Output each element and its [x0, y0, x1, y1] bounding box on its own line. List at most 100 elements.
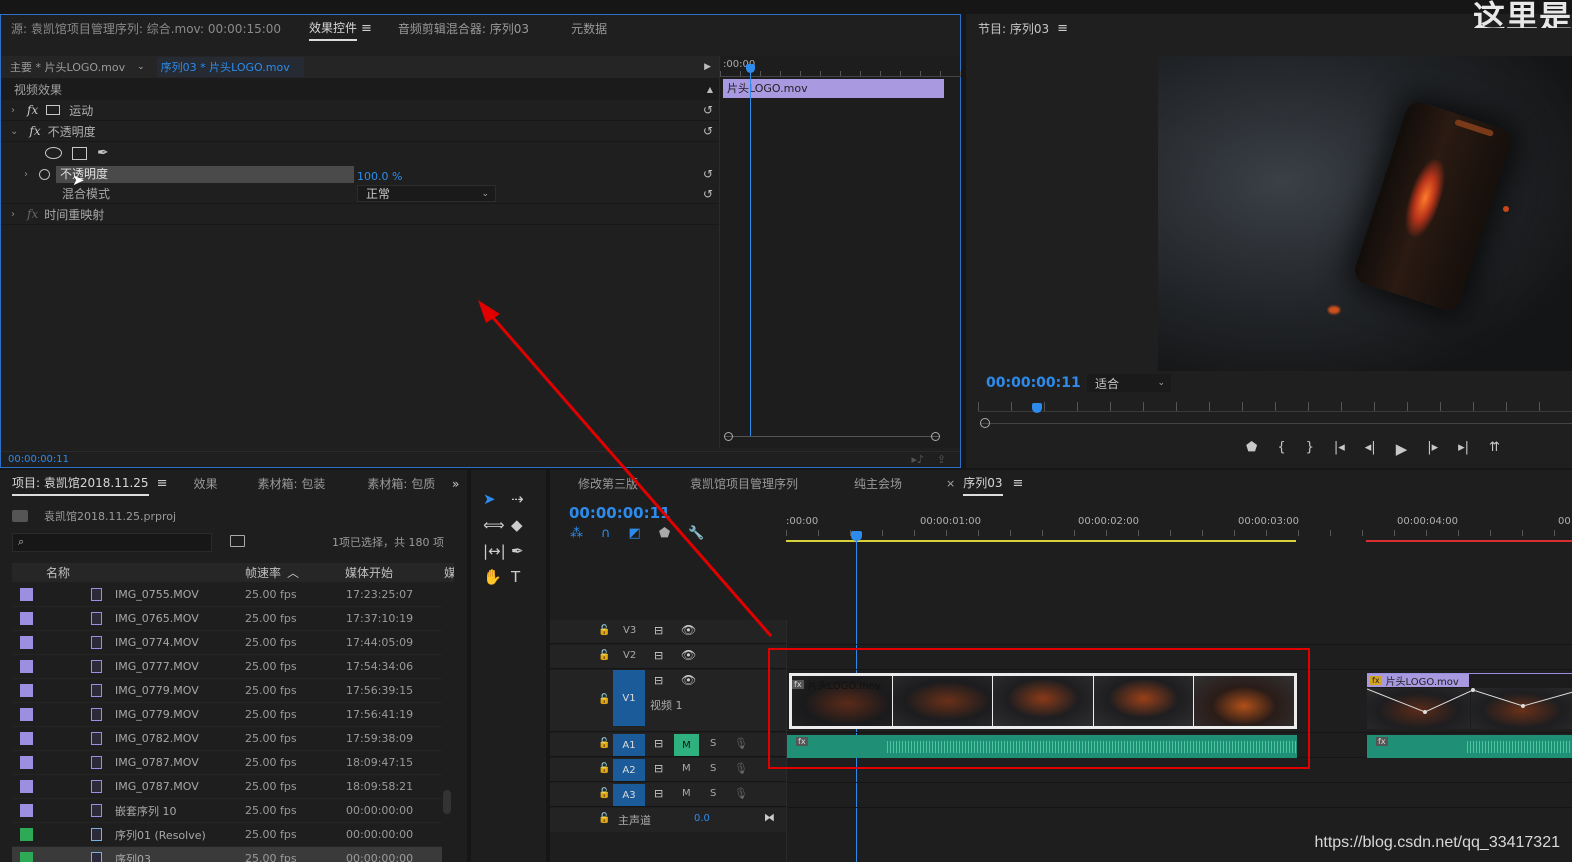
lock-icon[interactable]: 🔓 — [598, 763, 610, 774]
tab-sequence-03[interactable]: × 序列03 ≡ — [936, 470, 1033, 498]
panel-menu-icon[interactable]: ≡ — [1013, 470, 1024, 498]
type-tool-icon[interactable]: T — [511, 568, 539, 586]
fx-row-opacity[interactable]: ⌄ fx 不透明度 ↺ — [1, 121, 719, 142]
track-source-a1[interactable]: A1 — [613, 734, 645, 756]
solo-button[interactable]: S — [710, 763, 716, 774]
tab-sequence-project-mgmt[interactable]: 袁凯馆项目管理序列 — [680, 470, 808, 498]
collapse-up-icon[interactable]: ▲ — [707, 85, 713, 94]
label-color-swatch[interactable] — [20, 780, 33, 793]
table-row[interactable]: IMG_0765.MOV 25.00 fps 17:37:10:19 — [12, 607, 442, 631]
expand-chevron-icon[interactable]: › — [11, 105, 15, 116]
eye-icon[interactable]: 👁 — [681, 623, 696, 637]
video-clip-2[interactable]: fx 片头LOGO.mov — [1367, 673, 1572, 729]
table-row[interactable]: IMG_0787.MOV 25.00 fps 18:09:58:21 — [12, 775, 442, 799]
audio-clip-2[interactable]: fx — [1367, 735, 1572, 758]
expand-chevron-icon[interactable]: › — [11, 209, 15, 220]
project-scrollbar[interactable] — [443, 790, 451, 814]
stopwatch-icon[interactable] — [39, 168, 50, 180]
sequence-clip-label[interactable]: 序列03 * 片头LOGO.mov — [156, 57, 304, 77]
program-ruler[interactable] — [978, 402, 1572, 412]
tab-sequence-main-venue[interactable]: 纯主会场 — [844, 470, 912, 498]
track-id[interactable]: V3 — [623, 625, 636, 636]
mark-in-icon[interactable]: { — [1277, 440, 1285, 458]
mini-playhead-handle[interactable] — [746, 64, 755, 73]
panel-menu-icon[interactable]: ≡ — [361, 15, 372, 43]
label-color-swatch[interactable] — [20, 636, 33, 649]
program-timecode[interactable]: 00:00:00:11 — [986, 375, 1081, 391]
label-color-swatch[interactable] — [20, 804, 33, 817]
column-media-extra[interactable]: 媒 — [444, 564, 454, 581]
master-volume[interactable]: 0.0 — [694, 813, 710, 824]
table-row[interactable]: IMG_0755.MOV 25.00 fps 17:23:25:07 — [12, 583, 442, 607]
tab-sequence-revision3[interactable]: 修改第三版 — [568, 470, 648, 498]
razor-tool-icon[interactable]: ◆ — [511, 516, 539, 534]
opacity-keyframe-line[interactable] — [1367, 674, 1572, 730]
chevron-down-icon[interactable]: ⌄ — [137, 62, 145, 72]
mark-out-icon[interactable]: } — [1306, 440, 1314, 458]
table-row[interactable]: IMG_0779.MOV 25.00 fps 17:56:41:19 — [12, 703, 442, 727]
search-input[interactable]: ⌕ — [12, 533, 212, 552]
column-name[interactable]: 名称 — [46, 564, 70, 581]
pen-mask-icon[interactable]: ✒ — [97, 145, 109, 161]
mute-button[interactable]: M — [682, 763, 691, 774]
master-clip-label[interactable]: 主要 * 片头LOGO.mov — [10, 59, 125, 75]
program-title[interactable]: 节目: 序列03 ≡ — [978, 20, 1068, 37]
table-row[interactable]: IMG_0777.MOV 25.00 fps 17:54:34:06 — [12, 655, 442, 679]
lock-icon[interactable]: 🔓 — [598, 694, 610, 705]
tab-audio-mixer[interactable]: 音频剪辑混合器: 序列03 — [388, 15, 539, 43]
table-row[interactable]: 序列03 25.00 fps 00:00:00:00 — [12, 847, 442, 862]
effect-timecode[interactable]: 00:00:00:11 — [8, 454, 69, 465]
lift-icon[interactable]: ⇈ — [1489, 440, 1500, 458]
sync-lock-icon[interactable]: ⊟ — [654, 737, 663, 750]
tab-metadata[interactable]: 元数据 — [561, 15, 617, 43]
go-to-in-icon[interactable]: |◂ — [1334, 440, 1345, 458]
eye-icon[interactable]: 👁 — [681, 648, 696, 662]
table-row[interactable]: 嵌套序列 10 25.00 fps 00:00:00:00 — [12, 799, 442, 823]
column-frame-rate[interactable]: 帧速率 ︿ — [245, 564, 299, 581]
slip-tool-icon[interactable]: |↔| — [483, 542, 511, 560]
solo-button[interactable]: S — [710, 738, 716, 749]
expand-chevron-open-icon[interactable]: ⌄ — [10, 126, 18, 137]
timeline-playhead-handle[interactable] — [851, 531, 862, 541]
track-id[interactable]: V2 — [623, 650, 636, 661]
label-color-swatch[interactable] — [20, 708, 33, 721]
tab-bin-2[interactable]: 素材箱: 包质 — [357, 470, 445, 498]
table-row[interactable]: 序列01 (Resolve) 25.00 fps 00:00:00:00 — [12, 823, 442, 847]
tab-source[interactable]: 源: 袁凯馆项目管理序列: 综合.mov: 00:00:15:00 — [1, 15, 299, 43]
expand-chevron-icon[interactable]: › — [24, 169, 28, 180]
sync-lock-icon[interactable]: ⊟ — [654, 787, 663, 800]
microphone-icon[interactable]: 🎙 — [734, 737, 748, 750]
label-color-swatch[interactable] — [20, 588, 33, 601]
snap-magnet-icon[interactable]: ∩ — [601, 526, 611, 541]
nest-icon[interactable]: ⁂ — [570, 526, 583, 541]
fx-icon[interactable]: fx — [27, 103, 38, 117]
blend-mode-select[interactable]: 正常 ⌄ — [357, 185, 496, 202]
step-forward-icon[interactable]: |▸ — [1427, 440, 1438, 458]
label-color-swatch[interactable] — [20, 732, 33, 745]
fx-row-motion[interactable]: › fx 运动 ↺ — [1, 100, 719, 121]
ripple-edit-tool-icon[interactable]: ⟺ — [483, 516, 511, 534]
label-color-swatch[interactable] — [20, 684, 33, 697]
bowtie-icon[interactable]: ⧓ — [764, 811, 775, 824]
track-select-tool-icon[interactable]: ⇢ — [511, 490, 539, 508]
mute-button[interactable]: M — [674, 734, 699, 756]
video-preview[interactable] — [1158, 56, 1572, 371]
fit-select[interactable]: 适合 ⌄ — [1087, 374, 1171, 392]
program-scrollbar[interactable] — [980, 418, 1572, 428]
table-row[interactable]: IMG_0782.MOV 25.00 fps 17:59:38:09 — [12, 727, 442, 751]
microphone-icon[interactable]: 🎙 — [734, 762, 748, 775]
pen-tool-icon[interactable]: ✒ — [511, 542, 539, 560]
hand-tool-icon[interactable]: ✋ — [483, 568, 511, 586]
reset-icon[interactable]: ↺ — [703, 103, 713, 117]
lock-icon[interactable]: 🔓 — [598, 625, 610, 636]
tab-effect-controls[interactable]: 效果控件 ≡ — [299, 15, 382, 43]
marker-icon[interactable]: ⬟ — [1246, 440, 1257, 458]
reset-icon[interactable]: ↺ — [703, 187, 713, 201]
mini-scrollbar[interactable] — [724, 432, 940, 444]
mute-button[interactable]: M — [682, 788, 691, 799]
lock-icon[interactable]: 🔓 — [598, 738, 610, 749]
sync-lock-icon[interactable]: ⊟ — [654, 674, 663, 687]
step-back-icon[interactable]: ◂| — [1365, 440, 1376, 458]
sync-lock-icon[interactable]: ⊟ — [654, 624, 663, 637]
track-source-v1[interactable]: V1 — [613, 670, 645, 726]
